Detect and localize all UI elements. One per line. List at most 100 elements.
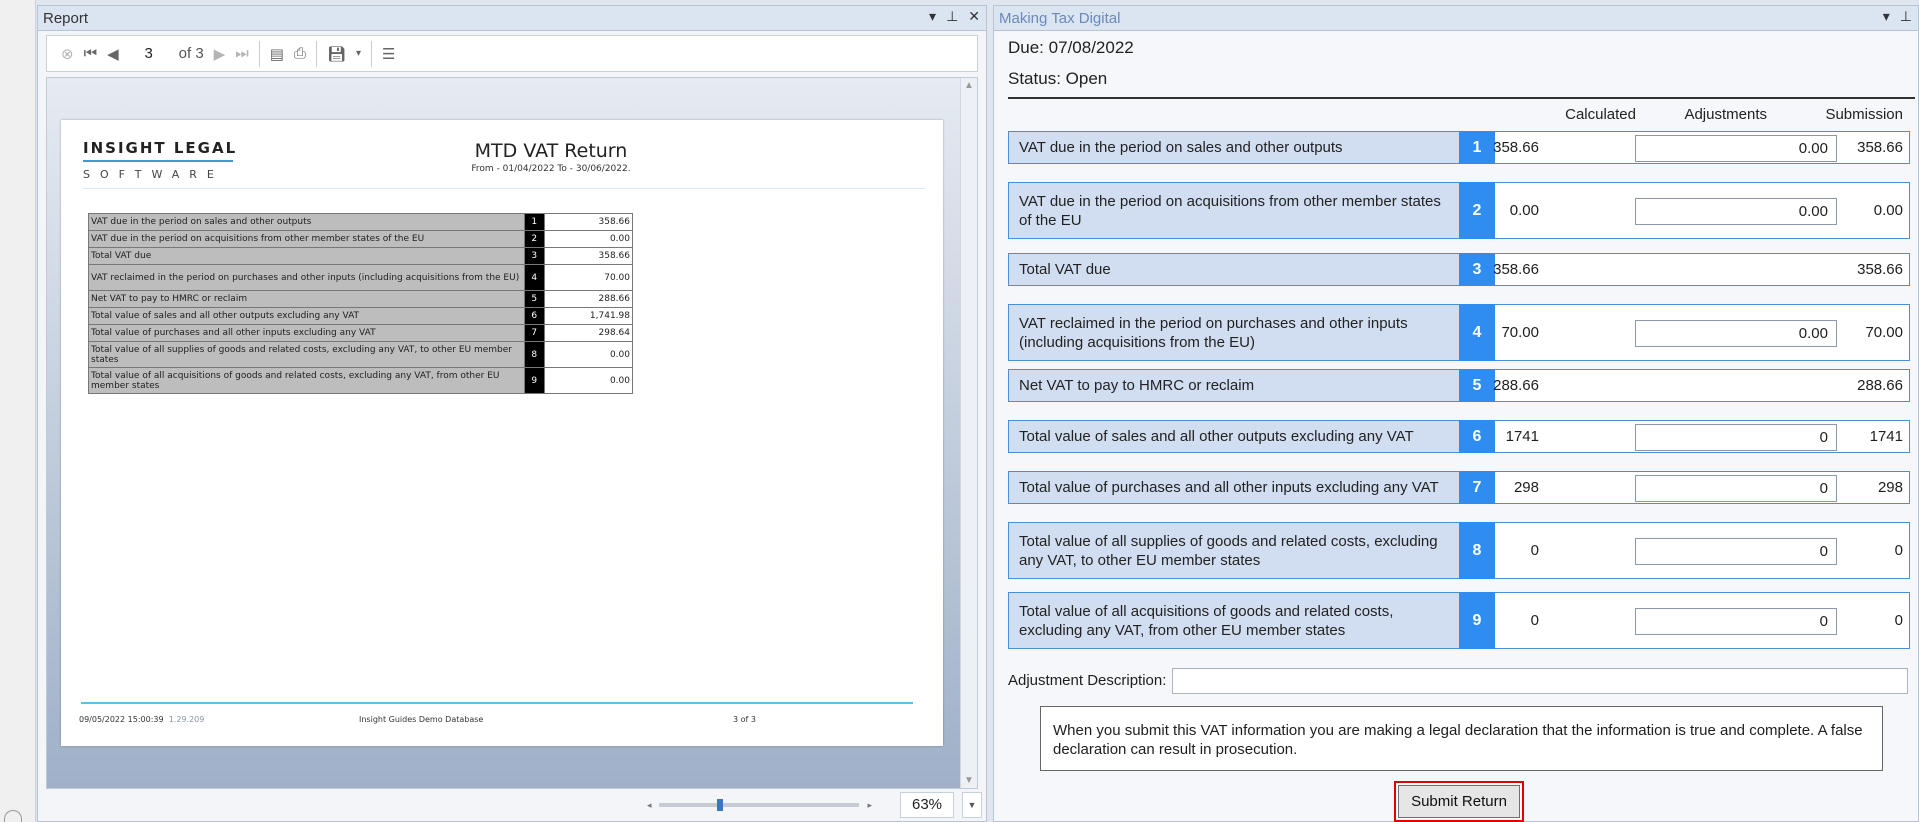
- report-row-number: 2: [523, 230, 545, 248]
- print-icon[interactable]: ⎙: [294, 45, 306, 62]
- adjustment-input[interactable]: 0: [1635, 475, 1837, 502]
- toolbar-separator: [315, 40, 317, 67]
- panel-menu-icon[interactable]: ▾: [1883, 8, 1890, 25]
- vat-box-row: VAT due in the period on acquisitions fr…: [1008, 182, 1910, 239]
- report-panel: Report ▾ ⊥ ✕ ⊗ ⏮ ◀ 3 of 3 ▶ ⏭ ▤ ⎙ 💾︎ ▾ ☰…: [37, 5, 987, 822]
- mtd-panel: Making Tax Digital ▾ ⊥ Due: 07/08/2022 S…: [993, 5, 1919, 822]
- footer-divider: [81, 702, 913, 704]
- vat-box-label: VAT due in the period on sales and other…: [1008, 131, 1459, 164]
- viewer-scrollbar[interactable]: ▲ ▼: [960, 78, 977, 788]
- status-label: Status:: [1008, 69, 1061, 88]
- vat-box-label: Total value of purchases and all other i…: [1008, 471, 1459, 504]
- submission-value: 70.00: [1865, 324, 1903, 341]
- vat-box-number: 3: [1459, 253, 1495, 286]
- pin-icon[interactable]: ⊥: [946, 8, 958, 25]
- report-table-row: VAT due in the period on sales and other…: [88, 213, 634, 231]
- vat-box-label: VAT due in the period on acquisitions fr…: [1008, 182, 1459, 239]
- adjustment-description-input[interactable]: [1172, 668, 1908, 694]
- report-table-row: Total value of all supplies of goods and…: [88, 341, 634, 368]
- vat-box-values: 358.66 0.00 358.66: [1493, 131, 1910, 164]
- save-icon[interactable]: 💾︎: [327, 45, 346, 63]
- report-row-label: Total VAT due: [88, 247, 525, 265]
- submit-return-button[interactable]: Submit Return: [1398, 785, 1520, 818]
- previous-page-icon[interactable]: ◀: [107, 45, 119, 63]
- adjustment-input[interactable]: 0.00: [1635, 198, 1837, 225]
- pin-icon[interactable]: ⊥: [1900, 8, 1912, 25]
- document-map-icon[interactable]: ☰: [382, 45, 395, 63]
- panel-menu-icon[interactable]: ▾: [929, 8, 936, 25]
- calculated-value: 358.66: [1493, 261, 1539, 278]
- submission-value: 0.00: [1873, 202, 1903, 219]
- save-dropdown-icon[interactable]: ▾: [356, 48, 361, 59]
- report-row-value: 70.00: [543, 264, 634, 291]
- report-page: INSIGHT LEGAL SOFTWARE MTD VAT Return Fr…: [61, 120, 943, 746]
- toolbar-separator: [258, 40, 260, 67]
- report-row-value: 1,741.98: [543, 307, 634, 325]
- report-row-number: 5: [523, 290, 545, 308]
- calculated-value: 298: [1513, 479, 1539, 496]
- submission-value: 298: [1877, 479, 1903, 496]
- calculated-value: 0: [1530, 542, 1539, 559]
- footer-date: 09/05/2022 15:00:39: [79, 715, 164, 724]
- legal-declaration: When you submit this VAT information you…: [1040, 706, 1883, 771]
- vat-box-row: Total value of sales and all other outpu…: [1008, 420, 1910, 453]
- vat-box-row: VAT due in the period on sales and other…: [1008, 131, 1910, 164]
- status-line: Status: Open: [1008, 69, 1107, 89]
- first-page-icon[interactable]: ⏮: [84, 45, 98, 62]
- logo-software: SOFTWARE: [83, 168, 224, 181]
- next-page-icon[interactable]: ▶: [214, 45, 226, 63]
- zoom-value[interactable]: 63%: [900, 792, 954, 818]
- due-line: Due: 07/08/2022: [1008, 38, 1134, 58]
- submission-value: 1741: [1869, 428, 1903, 445]
- adjustment-input[interactable]: 0: [1635, 608, 1837, 635]
- col-header-submission: Submission: [1825, 106, 1903, 123]
- zoom-slider-knob[interactable]: [717, 799, 724, 811]
- report-panel-title: Report: [43, 9, 89, 27]
- close-icon[interactable]: ✕: [968, 8, 980, 25]
- vat-box-row: VAT reclaimed in the period on purchases…: [1008, 304, 1910, 361]
- zoom-out-icon[interactable]: ◂: [647, 800, 652, 811]
- col-header-calculated: Calculated: [1565, 106, 1636, 123]
- report-vat-table: VAT due in the period on sales and other…: [88, 213, 634, 394]
- vat-box-label: Total value of all acquisitions of goods…: [1008, 592, 1459, 649]
- adjustment-input[interactable]: 0: [1635, 424, 1837, 451]
- zoom-slider[interactable]: [659, 799, 860, 811]
- mtd-panel-header: Making Tax Digital ▾ ⊥: [994, 6, 1918, 31]
- submission-value: 358.66: [1857, 261, 1903, 278]
- adjustment-description-label: Adjustment Description:: [1008, 672, 1167, 689]
- report-row-label: Total value of all supplies of goods and…: [88, 341, 525, 368]
- vat-box-row: Total value of all acquisitions of goods…: [1008, 592, 1910, 649]
- page-setup-icon[interactable]: ▤: [270, 45, 284, 63]
- zoom-in-icon[interactable]: ▸: [867, 800, 872, 811]
- report-table-row: Total value of all acquisitions of goods…: [88, 367, 634, 394]
- report-row-value: 288.66: [543, 290, 634, 308]
- report-viewer[interactable]: INSIGHT LEGAL SOFTWARE MTD VAT Return Fr…: [46, 77, 978, 789]
- vat-box-label: Net VAT to pay to HMRC or reclaim: [1008, 369, 1459, 402]
- zoom-dropdown-icon[interactable]: ▼: [962, 792, 982, 818]
- report-row-value: 0.00: [543, 341, 634, 368]
- dock-tab-icon[interactable]: [4, 810, 22, 822]
- adjustment-input[interactable]: 0.00: [1635, 320, 1837, 347]
- submission-value: 358.66: [1857, 139, 1903, 156]
- last-page-icon[interactable]: ⏭: [235, 45, 249, 62]
- calculated-value: 1741: [1505, 428, 1539, 445]
- report-row-number: 1: [523, 213, 545, 231]
- footer-page: 3 of 3: [733, 715, 756, 724]
- report-period: From - 01/04/2022 To - 30/06/2022.: [471, 164, 631, 174]
- scroll-down-icon[interactable]: ▼: [964, 775, 974, 786]
- submission-value: 288.66: [1857, 377, 1903, 394]
- report-panel-header: Report ▾ ⊥ ✕: [38, 6, 986, 31]
- vat-box-number: 9: [1459, 592, 1495, 649]
- status-value: Open: [1065, 69, 1108, 88]
- report-table-row: VAT reclaimed in the period on purchases…: [88, 264, 634, 291]
- adjustment-input[interactable]: 0.00: [1635, 135, 1837, 162]
- scroll-up-icon[interactable]: ▲: [964, 80, 974, 91]
- page-total-label: of 3: [178, 45, 204, 62]
- adjustment-input[interactable]: 0: [1635, 538, 1837, 565]
- report-row-value: 0.00: [543, 367, 634, 394]
- header-divider: [1008, 97, 1915, 99]
- current-page-input[interactable]: 3: [129, 45, 169, 62]
- stop-icon[interactable]: ⊗: [61, 45, 74, 63]
- vat-box-values: 0 0 0: [1495, 522, 1910, 579]
- report-table-row: Total VAT due 3 358.66: [88, 247, 634, 265]
